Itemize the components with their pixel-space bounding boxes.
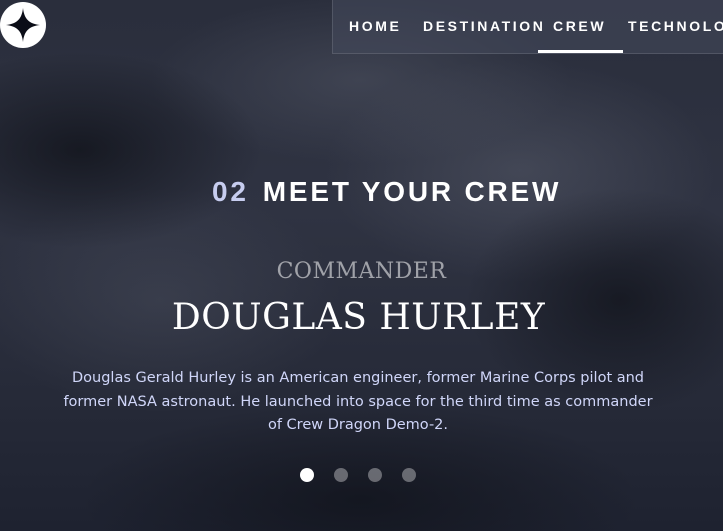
logo-icon[interactable]	[0, 2, 46, 48]
crew-bio: Douglas Gerald Hurley is an American eng…	[63, 370, 653, 433]
nav-crew[interactable]: CREW	[537, 0, 624, 53]
crew-role: COMMANDER	[276, 259, 447, 284]
nav-destination[interactable]: DESTINATION	[423, 0, 545, 53]
pagination-dot-4[interactable]	[402, 468, 416, 482]
star-logo-icon	[6, 8, 40, 42]
pagination-dot-1[interactable]	[300, 468, 314, 482]
main-nav: HOME DESTINATION CREW TECHNOLOGY	[332, 0, 723, 54]
pagination-dot-2[interactable]	[334, 468, 348, 482]
page-title: MEET YOUR CREW	[262, 176, 562, 207]
page-heading: 02 MEET YOUR CREW	[212, 176, 561, 208]
nav-home[interactable]: HOME	[349, 0, 401, 53]
nav-technology[interactable]: TECHNOLOGY	[628, 0, 723, 53]
crew-name: DOUGLAS HURLEY	[171, 297, 546, 338]
page-number: 02	[212, 176, 249, 207]
pagination-dot-3[interactable]	[368, 468, 382, 482]
